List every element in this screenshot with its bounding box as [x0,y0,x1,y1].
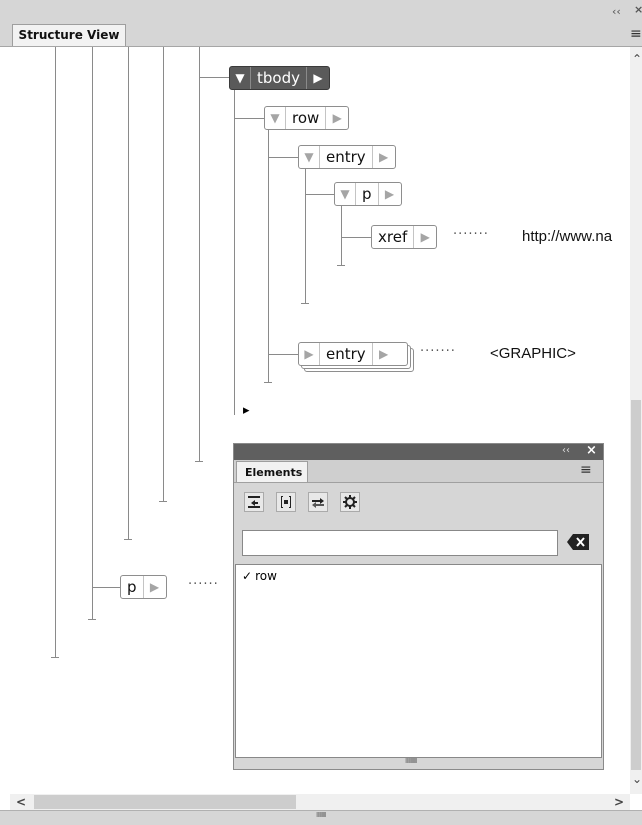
tree-line-end [337,265,345,266]
close-icon[interactable]: × [586,443,597,458]
expand-toggle-icon[interactable]: ▼ [230,67,250,89]
collapse-icon[interactable]: ‹‹ [562,445,570,456]
node-p-outer[interactable]: p ▶ [120,575,167,599]
tree-line [268,130,269,382]
attributes-toggle-icon[interactable]: ▶ [307,67,329,89]
settings-icon[interactable] [340,492,360,512]
resize-bar[interactable]: IIIIIIIIIII [235,757,602,768]
tree-line-end [159,501,167,502]
tree-line [341,205,342,265]
tab-elements[interactable]: Elements [236,461,308,482]
tree-line-end [88,619,96,620]
element-search-input[interactable] [242,530,558,556]
attributes-toggle-icon[interactable]: ▶ [373,343,395,365]
tree-line [199,77,229,78]
vertical-scroll-thumb[interactable] [631,400,641,770]
tree-line [305,169,306,303]
elements-list[interactable]: ✓ row [235,564,602,758]
node-tbody[interactable]: ▼ tbody ▶ [229,66,330,90]
tree-line-end [301,303,309,304]
node-xref[interactable]: xref ▶ [371,225,438,249]
elements-title-bar[interactable]: ‹‹ × [234,443,603,460]
list-item[interactable]: ✓ row [242,569,277,583]
node-label: entry [319,146,373,168]
leader-dots: ······· [420,344,456,359]
resize-grip[interactable]: IIIIIIIIIII [405,757,418,765]
panel-menu-icon[interactable]: ≡ [580,462,592,478]
node-entry[interactable]: ▼ entry ▶ [298,145,396,169]
panel-title-bar: ‹‹ × [0,0,642,25]
attributes-toggle-icon[interactable]: ▶ [326,107,348,129]
node-label: p [121,576,144,598]
text-content[interactable]: http://www.na [522,228,612,245]
tree-line [234,90,235,415]
check-icon: ✓ [242,569,253,583]
node-label: p [355,183,379,205]
horizontal-scroll-thumb[interactable] [34,795,296,809]
tree-line [128,47,129,539]
resize-grip[interactable]: IIIIIIIII [316,811,327,819]
insert-element-icon[interactable] [244,492,264,512]
clear-search-icon[interactable] [566,532,590,552]
elements-panel[interactable]: ‹‹ × ≡ Elements ✓ row IIIIIIIIIII [233,443,604,770]
attributes-toggle-icon[interactable]: ▶ [144,576,166,598]
close-icon[interactable]: × [634,3,642,16]
leader-dots: ······ [188,577,219,592]
panel-menu-icon[interactable]: ≡ [630,26,642,42]
graphic-content[interactable]: <GRAPHIC> [490,345,576,362]
tree-line [92,587,120,588]
scroll-up-icon[interactable]: ⌃ [632,52,642,66]
node-p[interactable]: ▼ p ▶ [334,182,402,206]
scroll-right-icon[interactable]: > [614,795,624,809]
tree-line-end [51,657,59,658]
tree-line-end [195,461,203,462]
attributes-toggle-icon[interactable]: ▶ [373,146,395,168]
tree-line [199,47,200,461]
tree-line [268,354,298,355]
tree-line [341,237,371,238]
leader-dots: ······· [453,227,489,242]
wrap-element-icon[interactable] [276,492,296,512]
tree-line-end [264,382,272,383]
tree-line [268,157,298,158]
tree-line [234,118,264,119]
node-label: tbody [250,67,307,89]
node-label: xref [372,226,415,248]
node-entry-collapsed[interactable]: ▶ entry ▶ [298,342,408,366]
tree-line [163,47,164,501]
tree-line [92,47,93,619]
attributes-toggle-icon[interactable]: ▶ [414,226,436,248]
expand-toggle-icon[interactable]: ▼ [265,107,285,129]
change-element-icon[interactable] [308,492,328,512]
collapse-icon[interactable]: ‹‹ [612,5,621,18]
tree-line [305,194,335,195]
tab-structure-view[interactable]: Structure View [12,24,126,46]
list-item-label: row [255,569,277,583]
tree-line-end [124,539,132,540]
expand-toggle-icon[interactable]: ▼ [335,183,355,205]
node-label: row [285,107,327,129]
resize-bar[interactable]: IIIIIIIII [0,810,642,825]
tree-line [55,47,56,657]
insertion-point-icon[interactable]: ▸ [243,403,250,418]
attributes-toggle-icon[interactable]: ▶ [379,183,401,205]
scroll-left-icon[interactable]: < [16,795,26,809]
node-row[interactable]: ▼ row ▶ [264,106,350,130]
expand-toggle-icon[interactable]: ▶ [299,343,319,365]
scroll-down-icon[interactable]: ⌄ [632,772,642,786]
node-label: entry [319,343,373,365]
expand-toggle-icon[interactable]: ▼ [299,146,319,168]
